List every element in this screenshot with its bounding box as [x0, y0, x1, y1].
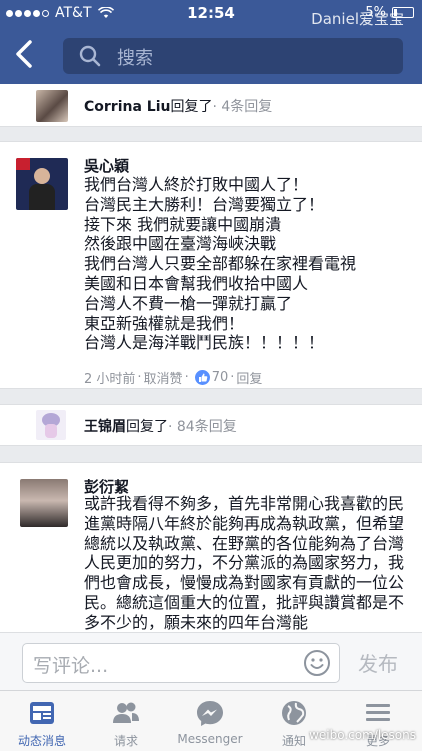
friend-requests-icon — [113, 702, 139, 723]
comment-text: 我們台灣人終於打敗中國人了！ 台灣民主大勝利！台灣要獨立了！ 接下來 我們就要讓… — [84, 175, 357, 353]
comments-list[interactable]: Corrina Liu回复了· 4条回复 吳心穎 我們台灣人終於打敗中國人了！ … — [0, 84, 422, 632]
tab-requests[interactable]: 请求 — [84, 691, 168, 751]
comment-timestamp: 2 小时前 — [84, 372, 136, 387]
comment: 彭衍絜 或許我看得不夠多，首先非常開心我喜歡的民進黨時隔八年終於能夠再成為執政黨… — [0, 462, 422, 632]
like-count-icon — [194, 370, 210, 385]
avatar[interactable] — [20, 479, 68, 527]
avatar[interactable] — [36, 410, 66, 440]
comment: 吳心穎 我們台灣人終於打敗中國人了！ 台灣民主大勝利！台灣要獨立了！ 接下來 我… — [0, 141, 422, 389]
reply-author-name[interactable]: Corrina Liu — [84, 99, 170, 115]
comment-input-placeholder: 写评论... — [33, 655, 109, 677]
watermark-text: Daniel爱宝宝 — [311, 10, 404, 28]
comment-author-name[interactable]: 吳心穎 — [84, 155, 129, 176]
tab-label: Messenger — [177, 732, 243, 746]
avatar[interactable] — [16, 158, 68, 210]
send-button[interactable]: 发布 — [358, 648, 398, 677]
unlike-link[interactable]: 取消赞 — [144, 368, 183, 387]
reply-summary-row[interactable]: Corrina Liu回复了· 4条回复 — [0, 84, 422, 127]
comment-composer: 写评论... 发布 — [0, 632, 422, 691]
reply-summary-row[interactable]: 王锦眉回复了· 84条回复 — [0, 404, 422, 446]
like-count[interactable]: 70 — [212, 370, 229, 385]
reply-count: · 4条回复 — [212, 99, 273, 115]
comment-text: 或許我看得不夠多，首先非常開心我喜歡的民進黨時隔八年終於能夠再成為執政黨，但希望… — [84, 494, 405, 632]
comment-actions: 2 小时前 · 取消赞 · 70 · 回复 — [84, 368, 263, 387]
tab-label: 动态消息 — [17, 734, 66, 748]
notifications-globe-icon — [282, 701, 306, 725]
more-menu-icon — [366, 704, 390, 721]
tab-more[interactable]: 更多 — [336, 691, 420, 751]
chevron-left-icon — [16, 40, 32, 68]
search-icon — [79, 45, 101, 67]
tab-notifications[interactable]: 通知 — [252, 691, 336, 751]
reply-action: 回复了 — [126, 419, 168, 435]
tab-label: 请求 — [113, 734, 138, 748]
reply-count: · 84条回复 — [168, 419, 237, 435]
search-input[interactable]: 搜索 — [63, 38, 403, 74]
tab-news-feed[interactable]: 动态消息 — [0, 691, 84, 751]
emoji-icon[interactable] — [303, 649, 331, 677]
messenger-icon — [197, 701, 223, 726]
news-feed-icon — [30, 702, 54, 724]
navigation-bar: 搜索 — [0, 26, 422, 84]
weibo-watermark: weibo.com/lesons — [309, 728, 416, 742]
avatar[interactable] — [36, 90, 68, 122]
reply-action: 回复了 — [170, 99, 213, 115]
tab-messenger[interactable]: Messenger — [168, 691, 252, 751]
reply-author-name[interactable]: 王锦眉 — [84, 419, 126, 435]
comment-input[interactable]: 写评论... — [22, 643, 340, 683]
reply-link[interactable]: 回复 — [236, 368, 262, 387]
search-placeholder: 搜索 — [117, 48, 153, 69]
back-button[interactable] — [14, 38, 44, 72]
